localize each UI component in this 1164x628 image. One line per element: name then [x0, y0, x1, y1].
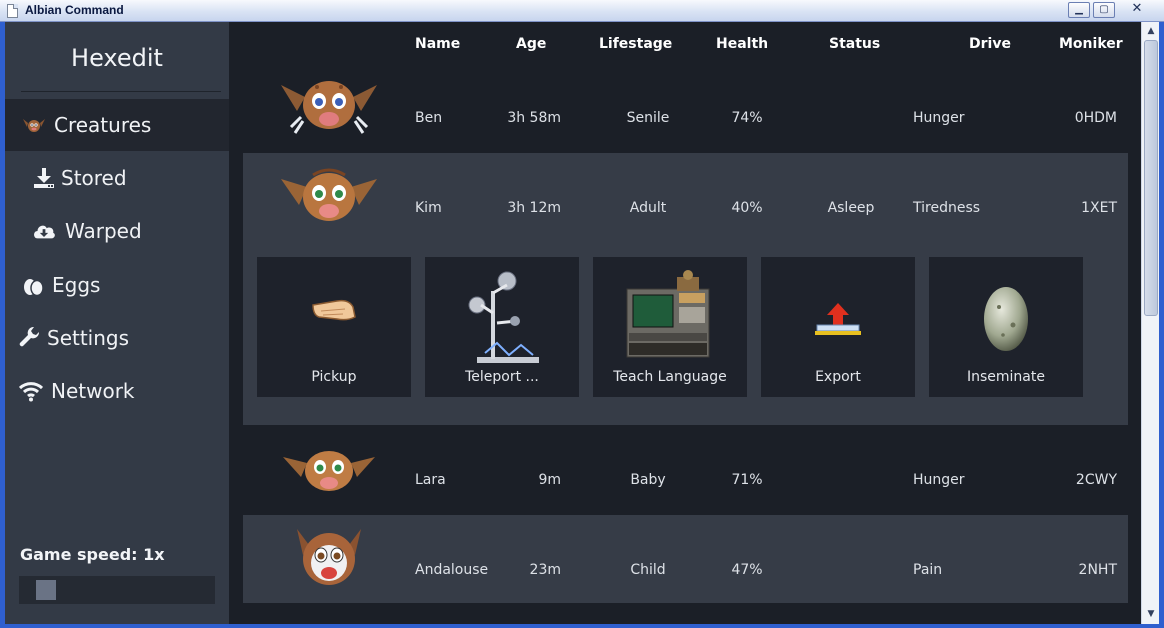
- creature-moniker: 1XET: [1081, 200, 1117, 216]
- close-button[interactable]: ✕: [1118, 2, 1156, 18]
- creature-moniker: 2NHT: [1078, 562, 1117, 578]
- sidebar: Hexedit Creatures Stored Warped Eggs Set…: [5, 22, 229, 624]
- action-label: Teach Language: [613, 369, 727, 385]
- column-header-status[interactable]: Status: [829, 36, 880, 52]
- egg-icon: [984, 287, 1028, 351]
- sidebar-item-stored[interactable]: Stored: [5, 152, 229, 204]
- norn-adult-avatar: [281, 168, 377, 221]
- creature-health: 40%: [731, 200, 763, 216]
- norn-elder-avatar: [281, 81, 377, 134]
- sidebar-item-warped[interactable]: Warped: [5, 205, 229, 257]
- teach-language-button[interactable]: Teach Language: [593, 257, 747, 397]
- creature-icon: [23, 119, 45, 132]
- creature-name: Kim: [415, 200, 442, 216]
- table-row-expanded[interactable]: Kim 3h 12m Adult 40% Asleep Tiredness 1X…: [243, 153, 1128, 425]
- scrollbar-thumb[interactable]: [1144, 40, 1158, 316]
- wifi-icon: [19, 382, 43, 402]
- sidebar-item-creatures[interactable]: Creatures: [5, 99, 229, 151]
- download-icon: [34, 168, 54, 188]
- game-speed-label: Game speed: 1x: [20, 545, 165, 564]
- creature-lifestage: Child: [630, 562, 666, 578]
- column-header-health[interactable]: Health: [716, 36, 768, 52]
- action-label: Teleport ...: [465, 369, 539, 385]
- creature-lifestage: Adult: [629, 200, 667, 216]
- creature-actions: Pickup Teleport ... Teach Language Expor…: [243, 243, 1128, 403]
- maximize-button[interactable]: ▢: [1093, 2, 1115, 18]
- window-title: Albian Command: [25, 3, 124, 17]
- creature-age: 9m: [538, 472, 561, 488]
- export-pad-icon: [815, 303, 861, 335]
- sidebar-item-label: Stored: [61, 166, 127, 190]
- learning-computer-icon: [626, 270, 710, 358]
- creature-health: 71%: [731, 472, 763, 488]
- scroll-down-arrow-icon[interactable]: ▼: [1145, 608, 1157, 620]
- creature-moniker: 0HDM: [1074, 110, 1117, 126]
- eggs-icon: [24, 279, 44, 297]
- sidebar-item-network[interactable]: Network: [5, 365, 229, 417]
- wrench-icon: [19, 326, 40, 347]
- creature-health: 74%: [731, 110, 763, 126]
- title-bar[interactable]: Albian Command ▁ ▢ ✕: [0, 0, 1164, 22]
- creature-age: 23m: [529, 562, 561, 578]
- creature-lifestage: Baby: [630, 472, 666, 488]
- column-header-age[interactable]: Age: [516, 36, 546, 52]
- pickup-button[interactable]: Pickup: [257, 257, 411, 397]
- teleporter-icon: [468, 271, 539, 363]
- column-header-moniker[interactable]: Moniker: [1059, 36, 1123, 52]
- table-row[interactable]: Andalouse 23m Child 47% Pain 2NHT: [243, 515, 1128, 603]
- minimize-button[interactable]: ▁: [1068, 2, 1090, 18]
- scroll-up-arrow-icon[interactable]: ▲: [1145, 25, 1157, 37]
- cloud-download-icon: [34, 225, 55, 239]
- sidebar-item-eggs[interactable]: Eggs: [5, 259, 229, 311]
- sidebar-item-label: Warped: [65, 219, 142, 243]
- creature-moniker: 2CWY: [1075, 472, 1117, 488]
- table-row[interactable]: Ben 3h 58m Senile 74% Hunger 0HDM: [243, 63, 1128, 151]
- brand-area: Hexedit: [5, 22, 229, 99]
- action-label: Pickup: [311, 369, 357, 385]
- creature-list: Name Age Lifestage Health Status Drive M…: [229, 22, 1141, 624]
- brand-divider: [21, 91, 221, 92]
- creature-drive: Pain: [913, 562, 943, 578]
- norn-baby-avatar: [283, 451, 375, 491]
- hand-icon: [312, 299, 356, 321]
- app-window: Albian Command ▁ ▢ ✕ Hexedit Creatures S…: [0, 0, 1164, 628]
- table-row[interactable]: Lara 9m Baby 71% Hunger 2CWY: [243, 425, 1128, 513]
- creature-health: 47%: [731, 562, 763, 578]
- creature-drive: Tiredness: [913, 200, 981, 216]
- creature-age: 3h 12m: [507, 200, 561, 216]
- sidebar-item-label: Eggs: [52, 273, 101, 297]
- action-label: Export: [815, 369, 861, 385]
- creature-status: Asleep: [827, 200, 875, 216]
- creature-lifestage: Senile: [626, 110, 670, 126]
- client-area: Hexedit Creatures Stored Warped Eggs Set…: [5, 22, 1159, 624]
- inseminate-button[interactable]: Inseminate: [929, 257, 1083, 397]
- norn-child-avatar: [297, 529, 361, 585]
- sidebar-item-settings[interactable]: Settings: [5, 312, 229, 364]
- export-button[interactable]: Export: [761, 257, 915, 397]
- column-header-lifestage[interactable]: Lifestage: [599, 36, 672, 52]
- column-header-drive[interactable]: Drive: [969, 36, 1011, 52]
- creature-age: 3h 58m: [507, 110, 561, 126]
- document-icon: [7, 4, 18, 18]
- teleport-button[interactable]: Teleport ...: [425, 257, 579, 397]
- creature-name: Lara: [415, 472, 446, 488]
- sidebar-item-label: Creatures: [54, 113, 152, 137]
- creature-name: Ben: [415, 110, 443, 126]
- creature-drive: Hunger: [913, 472, 965, 488]
- column-header-name[interactable]: Name: [415, 36, 460, 52]
- brand-title: Hexedit: [71, 44, 163, 72]
- action-label: Inseminate: [967, 369, 1045, 385]
- creature-drive: Hunger: [913, 110, 965, 126]
- game-speed-slider-thumb[interactable]: [36, 580, 57, 600]
- vertical-scrollbar[interactable]: ▲ ▼: [1141, 22, 1159, 624]
- game-speed-slider[interactable]: [19, 576, 215, 604]
- sidebar-item-label: Network: [51, 379, 135, 403]
- sidebar-item-label: Settings: [47, 326, 130, 350]
